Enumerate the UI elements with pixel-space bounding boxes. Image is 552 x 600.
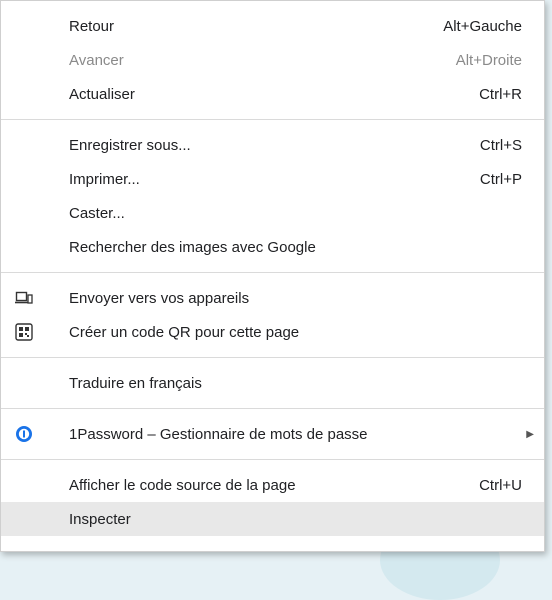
menu-separator: [1, 119, 544, 120]
menu-item-label: Avancer: [69, 51, 124, 69]
menu-item-label: Retour: [69, 17, 115, 35]
menu-item-shortcut: Ctrl+P: [479, 170, 522, 188]
menu-item-inspect[interactable]: Inspecter: [1, 502, 544, 536]
menu-separator: [1, 408, 544, 409]
1password-icon: [14, 424, 34, 444]
menu-item-shortcut: Ctrl+R: [479, 85, 522, 103]
menu-item-label: Rechercher des images avec Google: [69, 238, 316, 256]
menu-separator: [1, 357, 544, 358]
submenu-arrow-icon: ▶: [526, 428, 534, 440]
menu-item-send-to-devices[interactable]: Envoyer vers vos appareils: [1, 281, 544, 315]
menu-separator: [1, 459, 544, 460]
menu-item-label: Inspecter: [69, 510, 131, 528]
menu-item-shortcut: Ctrl+S: [479, 136, 522, 154]
menu-item-search-images-google[interactable]: Rechercher des images avec Google: [1, 230, 544, 264]
menu-item-print[interactable]: Imprimer... Ctrl+P: [1, 162, 544, 196]
menu-item-label: 1Password – Gestionnaire de mots de pass…: [69, 425, 368, 443]
menu-item-1password[interactable]: 1Password – Gestionnaire de mots de pass…: [1, 417, 544, 451]
menu-item-cast[interactable]: Caster...: [1, 196, 544, 230]
menu-item-shortcut: Ctrl+U: [479, 476, 522, 494]
menu-item-save-as[interactable]: Enregistrer sous... Ctrl+S: [1, 128, 544, 162]
menu-item-label: Traduire en français: [69, 374, 202, 392]
menu-item-label: Actualiser: [69, 85, 135, 103]
menu-item-shortcut: Alt+Gauche: [443, 17, 522, 35]
qr-code-icon: [14, 322, 34, 342]
menu-item-view-source[interactable]: Afficher le code source de la page Ctrl+…: [1, 468, 544, 502]
menu-item-label: Imprimer...: [69, 170, 140, 188]
menu-item-label: Envoyer vers vos appareils: [69, 289, 250, 307]
menu-item-shortcut: Alt+Droite: [455, 51, 522, 69]
send-to-devices-icon: [14, 288, 34, 308]
menu-item-label: Enregistrer sous...: [69, 136, 191, 154]
menu-item-create-qr-code[interactable]: Créer un code QR pour cette page: [1, 315, 544, 349]
menu-item-label: Afficher le code source de la page: [69, 476, 296, 494]
menu-item-label: Caster...: [69, 204, 125, 222]
menu-item-reload[interactable]: Actualiser Ctrl+R: [1, 77, 544, 111]
context-menu: Retour Alt+Gauche Avancer Alt+Droite Act…: [0, 0, 545, 552]
menu-separator: [1, 272, 544, 273]
menu-item-back[interactable]: Retour Alt+Gauche: [1, 9, 544, 43]
menu-item-translate[interactable]: Traduire en français: [1, 366, 544, 400]
menu-item-forward: Avancer Alt+Droite: [1, 43, 544, 77]
menu-item-label: Créer un code QR pour cette page: [69, 323, 300, 341]
